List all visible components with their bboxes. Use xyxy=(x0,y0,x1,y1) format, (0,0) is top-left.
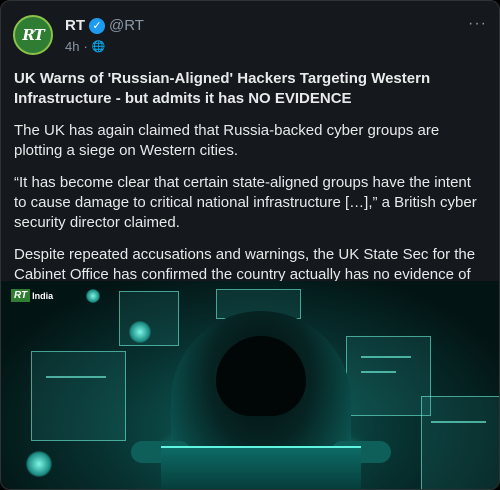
more-options-button[interactable]: ··· xyxy=(468,15,487,33)
hooded-figure-face xyxy=(216,336,306,416)
laptop xyxy=(161,446,361,489)
virus-particle-icon xyxy=(86,289,100,303)
post-image[interactable]: RT India xyxy=(1,281,499,489)
holo-panel-far-right xyxy=(421,396,499,489)
avatar[interactable]: RT xyxy=(13,15,53,55)
virus-particle-icon xyxy=(129,321,151,343)
meta-separator: · xyxy=(83,39,88,54)
holo-panel-left-low xyxy=(31,351,126,441)
media-watermark-label: India xyxy=(32,290,54,301)
globe-icon: 🌐 xyxy=(91,41,106,53)
author-handle[interactable]: @RT xyxy=(109,17,144,34)
post-headline: UK Warns of 'Russian-Aligned' Hackers Ta… xyxy=(14,70,431,107)
post-body: UK Warns of 'Russian-Aligned' Hackers Ta… xyxy=(14,69,487,317)
media-watermark: RT India xyxy=(11,289,53,302)
author-line: RT ✓ @RT xyxy=(65,17,144,34)
avatar-logo: RT xyxy=(22,26,44,44)
virus-particle-icon xyxy=(26,451,52,477)
verified-badge-icon: ✓ xyxy=(89,17,105,34)
post-header: RT RT ✓ @RT 4h · 🌐 ··· xyxy=(13,15,489,59)
post-timestamp[interactable]: 4h xyxy=(65,39,79,54)
rt-logo-icon: RT xyxy=(11,289,31,302)
post-meta: 4h · 🌐 xyxy=(65,39,106,54)
post-paragraph-1: The UK has again claimed that Russia-bac… xyxy=(14,122,440,159)
author-name[interactable]: RT xyxy=(65,17,85,34)
post-card: RT RT ✓ @RT 4h · 🌐 ··· UK Warns of 'Russ… xyxy=(0,0,500,490)
holo-line xyxy=(361,356,411,358)
holo-line xyxy=(46,376,106,378)
holo-line xyxy=(431,421,486,423)
holo-panel-right xyxy=(346,336,431,416)
holo-line xyxy=(361,371,396,373)
post-paragraph-2: “It has become clear that certain state-… xyxy=(14,174,477,231)
